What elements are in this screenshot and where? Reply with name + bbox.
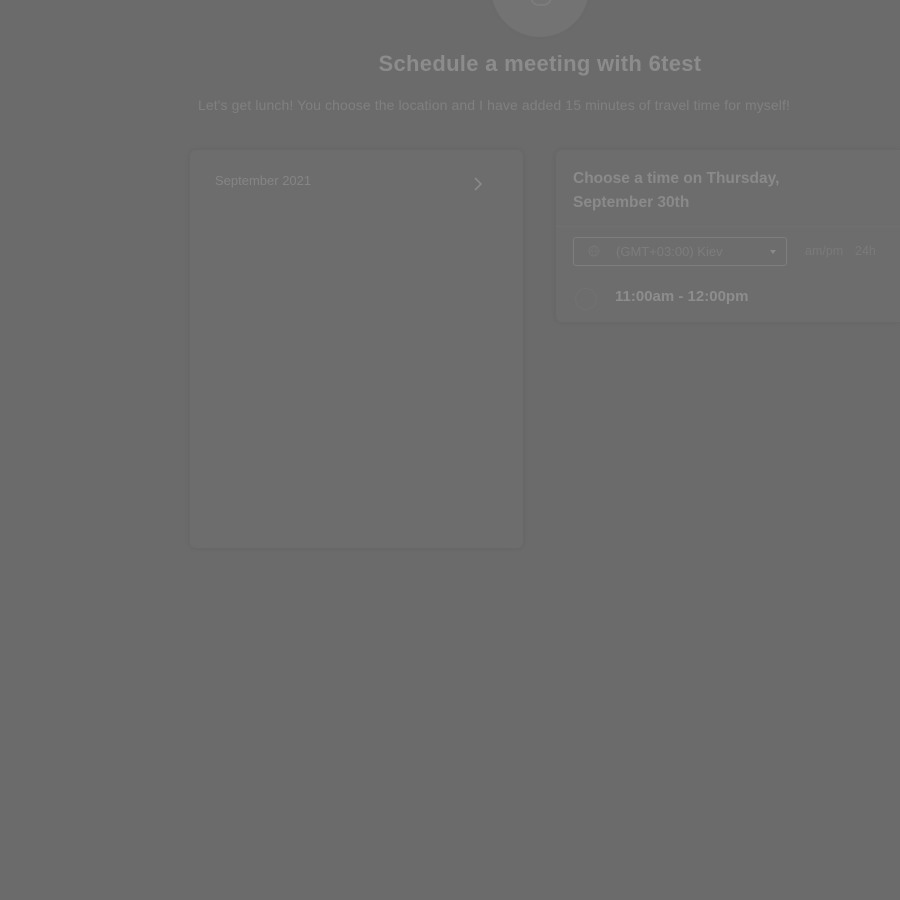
calendar-panel: September 2021 [190, 150, 523, 548]
calendar-month-label: September 2021 [215, 173, 312, 188]
format-ampm-toggle[interactable]: am/pm [805, 244, 843, 258]
avatar-mark [530, 0, 552, 6]
time-slot[interactable]: 11:00am - 12:00pm [573, 286, 893, 310]
globe-icon [588, 245, 600, 257]
time-slot-label: 11:00am - 12:00pm [615, 288, 749, 305]
caret-down-icon [770, 250, 776, 254]
time-slot-radio[interactable] [575, 288, 597, 310]
page-title: Schedule a meeting with 6test [378, 51, 702, 76]
time-panel: Choose a time on Thursday, September 30t… [556, 150, 900, 322]
timezone-select[interactable]: (GMT+03:00) Kiev [573, 237, 787, 266]
time-panel-header: Choose a time on Thursday, September 30t… [556, 150, 900, 227]
avatar [488, 0, 592, 40]
modal-overlay-page: Schedule a meeting with 6test Let's get … [0, 0, 900, 900]
choose-time-heading: Choose a time on Thursday, September 30t… [573, 170, 780, 211]
chevron-right-icon[interactable] [468, 174, 488, 194]
format-24h-toggle[interactable]: 24h [855, 244, 876, 258]
page-subtitle: Let's get lunch! You choose the location… [198, 97, 790, 113]
timezone-value: (GMT+03:00) Kiev [616, 244, 723, 259]
